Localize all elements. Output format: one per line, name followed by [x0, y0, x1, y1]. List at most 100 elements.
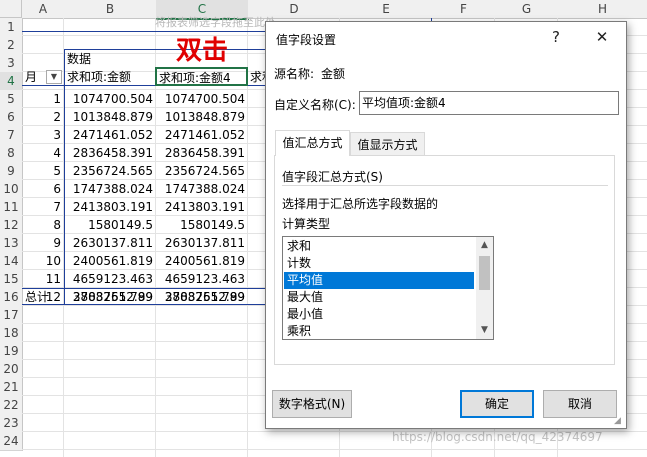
sum-cell[interactable]: 1074700.504	[64, 90, 156, 108]
month-cell[interactable]: 2	[22, 108, 64, 126]
row-header-22[interactable]: 22	[0, 396, 23, 415]
month-cell[interactable]: 3	[22, 126, 64, 144]
row-header-6[interactable]: 6	[0, 108, 23, 127]
sum4-cell[interactable]: 1074700.504	[156, 90, 248, 108]
row-header-17[interactable]: 17	[0, 306, 23, 325]
tab-summarize-by[interactable]: 值汇总方式	[275, 130, 350, 156]
sum-cell[interactable]: 2356724.565	[64, 162, 156, 180]
column-header-sum[interactable]: 求和项:金额	[65, 68, 155, 86]
section-divider	[282, 185, 608, 186]
sum-cell[interactable]: 2400561.819	[64, 252, 156, 270]
month-cell[interactable]: 11	[22, 270, 64, 288]
scrollbar-thumb[interactable]	[479, 256, 490, 290]
row-header-9[interactable]: 9	[0, 162, 23, 181]
sum4-cell[interactable]: 1013848.879	[156, 108, 248, 126]
calc-type-item[interactable]: 最大值	[284, 289, 474, 306]
sum-cell[interactable]: 4659123.463	[64, 270, 156, 288]
section-title: 值字段汇总方式(S)	[282, 170, 383, 184]
calc-type-item[interactable]: 乘积	[284, 323, 474, 339]
sum4-cell[interactable]: 2400561.819	[156, 252, 248, 270]
filter-dropdown-icon[interactable]: ▼	[46, 70, 62, 84]
row-header-23[interactable]: 23	[0, 414, 23, 433]
sum-cell[interactable]: 2471461.052	[64, 126, 156, 144]
value-field-settings-dialog[interactable]: 值字段设置 ? ✕ 源名称: 金额 自定义名称(C): 平均值项:金额4 值汇总…	[265, 21, 627, 429]
sum-cell[interactable]: 1747388.024	[64, 180, 156, 198]
total-sum: 28887612.99	[72, 290, 153, 304]
scroll-down-icon[interactable]: ▼	[476, 322, 493, 339]
sum4-cell[interactable]: 2413803.191	[156, 198, 248, 216]
row-header-20[interactable]: 20	[0, 360, 23, 379]
month-cell[interactable]: 8	[22, 216, 64, 234]
source-name-value: 金额	[321, 67, 346, 81]
column-header-a[interactable]: A	[22, 0, 65, 19]
month-cell[interactable]: 4	[22, 144, 64, 162]
column-header-f[interactable]: F	[432, 0, 496, 19]
row-header-7[interactable]: 7	[0, 126, 23, 145]
listbox-scrollbar[interactable]: ▲ ▼	[476, 237, 493, 339]
pivot-data-header: 数据	[67, 52, 92, 66]
calc-type-item[interactable]: 平均值	[284, 272, 474, 289]
sum4-cell[interactable]: 1747388.024	[156, 180, 248, 198]
sum4-cell[interactable]: 1580149.5	[156, 216, 248, 234]
row-header-18[interactable]: 18	[0, 324, 23, 343]
month-cell[interactable]: 6	[22, 180, 64, 198]
column-header-h[interactable]: H	[558, 0, 647, 19]
help-icon[interactable]: ?	[544, 26, 568, 48]
cancel-button[interactable]: 取消	[543, 390, 617, 418]
row-header-2[interactable]: 2	[0, 36, 23, 55]
month-cell[interactable]: 1	[22, 90, 64, 108]
double-click-annotation: 双击	[176, 36, 229, 66]
calc-type-item[interactable]: 计数	[284, 255, 474, 272]
row-header-3[interactable]: 3	[0, 54, 23, 73]
custom-name-input[interactable]: 平均值项:金额4	[359, 91, 619, 115]
sum-cell[interactable]: 2836458.391	[64, 144, 156, 162]
row-header-19[interactable]: 19	[0, 342, 23, 361]
sum4-cell[interactable]: 2836458.391	[156, 144, 248, 162]
calc-type-label: 计算类型	[282, 217, 331, 231]
row-header-5[interactable]: 5	[0, 90, 23, 109]
month-cell[interactable]: 5	[22, 162, 64, 180]
sum4-cell[interactable]: 4659123.463	[156, 270, 248, 288]
select-all-corner[interactable]	[0, 0, 22, 18]
sum4-cell[interactable]: 2471461.052	[156, 126, 248, 144]
gridline-row	[22, 449, 647, 450]
row-header-21[interactable]: 21	[0, 378, 23, 397]
number-format-button[interactable]: 数字格式(N)	[272, 390, 352, 418]
calc-type-item[interactable]: 求和	[284, 238, 474, 255]
sum4-cell[interactable]: 2630137.811	[156, 234, 248, 252]
month-cell[interactable]: 7	[22, 198, 64, 216]
row-header-13[interactable]: 13	[0, 234, 23, 253]
close-icon[interactable]: ✕	[590, 26, 614, 48]
sum-cell[interactable]: 2630137.811	[64, 234, 156, 252]
row-header-4[interactable]: 4	[0, 72, 23, 91]
column-header-partial[interactable]: 求和	[248, 68, 266, 86]
month-cell[interactable]: 10	[22, 252, 64, 270]
sum4-cell[interactable]: 2356724.565	[156, 162, 248, 180]
row-header-12[interactable]: 12	[0, 216, 23, 235]
tab-show-values-as[interactable]: 值显示方式	[350, 132, 425, 156]
row-header-8[interactable]: 8	[0, 144, 23, 163]
resize-grip-icon[interactable]: ◢	[614, 416, 624, 426]
column-header-b[interactable]: B	[64, 0, 157, 19]
row-header-15[interactable]: 15	[0, 270, 23, 289]
total-sum4: 28887612.99	[164, 290, 245, 304]
calc-type-listbox[interactable]: 求和 计数 平均值 最大值 最小值 乘积 ▲ ▼	[282, 236, 494, 340]
calc-type-item[interactable]: 最小值	[284, 306, 474, 323]
column-header-sum4[interactable]: 求和项:金额4	[157, 69, 247, 87]
ok-button[interactable]: 确定	[460, 390, 534, 418]
row-header-24[interactable]: 24	[0, 432, 23, 451]
column-header-g[interactable]: G	[495, 0, 559, 19]
dialog-title: 值字段设置	[276, 33, 337, 47]
row-header-16[interactable]: 16	[0, 288, 23, 307]
sum-cell[interactable]: 1580149.5	[64, 216, 156, 234]
row-header-11[interactable]: 11	[0, 198, 23, 217]
sum-cell[interactable]: 1013848.879	[64, 108, 156, 126]
sum-cell[interactable]: 2413803.191	[64, 198, 156, 216]
row-header-14[interactable]: 14	[0, 252, 23, 271]
row-header-1[interactable]: 1	[0, 18, 23, 37]
month-cell[interactable]: 9	[22, 234, 64, 252]
column-header-e[interactable]: E	[340, 0, 433, 19]
custom-name-label: 自定义名称(C):	[274, 98, 356, 112]
row-header-10[interactable]: 10	[0, 180, 23, 199]
scroll-up-icon[interactable]: ▲	[476, 237, 493, 254]
